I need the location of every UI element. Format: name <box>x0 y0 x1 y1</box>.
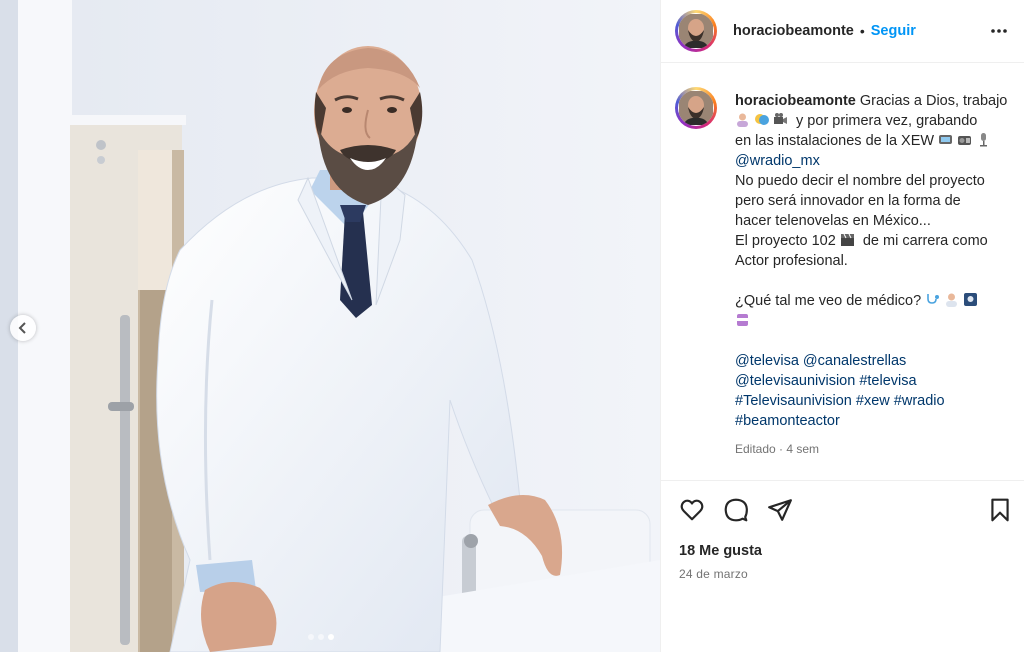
hashtag-link[interactable]: #wradio <box>894 393 945 409</box>
follow-button[interactable]: Seguir <box>871 23 916 39</box>
microphone-emoji <box>976 132 991 147</box>
television-emoji <box>938 132 953 147</box>
carousel-dot <box>318 634 324 640</box>
post-media[interactable] <box>0 0 660 652</box>
more-icon <box>991 29 1007 33</box>
profile-photo <box>679 91 713 125</box>
x-ray-emoji <box>963 292 978 307</box>
post-date[interactable]: 24 de marzo <box>679 567 748 581</box>
caption-text: Gracias a Dios, trabajo <box>859 93 1008 109</box>
caption-text: y por primera vez, grabando <box>796 113 978 129</box>
caption-text: ¿Qué tal me veo de médico? <box>735 293 922 309</box>
theater-masks-emoji <box>754 112 769 127</box>
stethoscope-emoji <box>925 292 940 307</box>
mention-link[interactable]: @televisa <box>735 353 799 369</box>
chevron-left-icon <box>18 322 26 334</box>
radio-emoji <box>957 132 972 147</box>
person-emoji <box>735 112 750 127</box>
post-photo <box>0 0 660 652</box>
mention-link[interactable]: @wradio_mx <box>735 153 820 169</box>
edited-timestamp: Editado · 4 sem <box>735 442 820 456</box>
caption-username[interactable]: horaciobeamonte <box>735 93 856 109</box>
post-side-panel: horaciobeamonte • Seguir horaciobeamonte… <box>660 0 1024 652</box>
hashtag-link[interactable]: #Televisaunivision <box>735 393 852 409</box>
caption-text: de mi carrera como <box>862 233 988 249</box>
hashtag-link[interactable]: #televisa <box>859 373 916 389</box>
caption-text: El proyecto 102 <box>735 233 836 249</box>
movie-camera-emoji <box>773 112 788 127</box>
hashtag-link[interactable]: #xew <box>856 393 890 409</box>
carousel-prev-button[interactable] <box>10 315 36 341</box>
likes-count[interactable]: 18 Me gusta <box>679 543 762 559</box>
pill-box-emoji <box>735 312 750 327</box>
caption-text: Actor profesional. <box>735 253 848 269</box>
post-header: horaciobeamonte • Seguir <box>661 0 1024 63</box>
health-worker-emoji <box>944 292 959 307</box>
caption-area: horaciobeamonte Gracias a Dios, trabajo … <box>661 63 1024 481</box>
caption-text: en las instalaciones de la XEW <box>735 133 935 149</box>
caption-text: No puedo decir el nombre del proyecto <box>735 173 985 189</box>
carousel-dot-active <box>328 634 334 640</box>
mention-link[interactable]: @canalestrellas <box>803 353 906 369</box>
avatar[interactable] <box>675 10 717 52</box>
caption-text: pero será innovador en la forma de <box>735 193 961 209</box>
profile-photo <box>679 14 713 48</box>
carousel-indicator <box>308 634 334 640</box>
share-icon[interactable] <box>767 497 793 523</box>
carousel-dot <box>308 634 314 640</box>
hashtag-link[interactable]: #beamonteactor <box>735 413 840 429</box>
post-username[interactable]: horaciobeamonte <box>733 23 854 39</box>
mention-link[interactable]: @televisaunivision <box>735 373 855 389</box>
separator-dot: • <box>859 23 865 39</box>
post-caption: horaciobeamonte Gracias a Dios, trabajo … <box>735 91 1015 459</box>
clapper-board-emoji <box>840 232 855 247</box>
post-actions: 18 Me gusta 24 de marzo <box>661 480 1024 653</box>
heart-icon[interactable] <box>679 497 705 523</box>
bookmark-icon[interactable] <box>987 497 1013 523</box>
more-options-button[interactable] <box>990 22 1008 45</box>
comment-icon[interactable] <box>723 497 749 523</box>
caption-avatar[interactable] <box>675 87 717 129</box>
caption-text: hacer telenovelas en México... <box>735 213 931 229</box>
